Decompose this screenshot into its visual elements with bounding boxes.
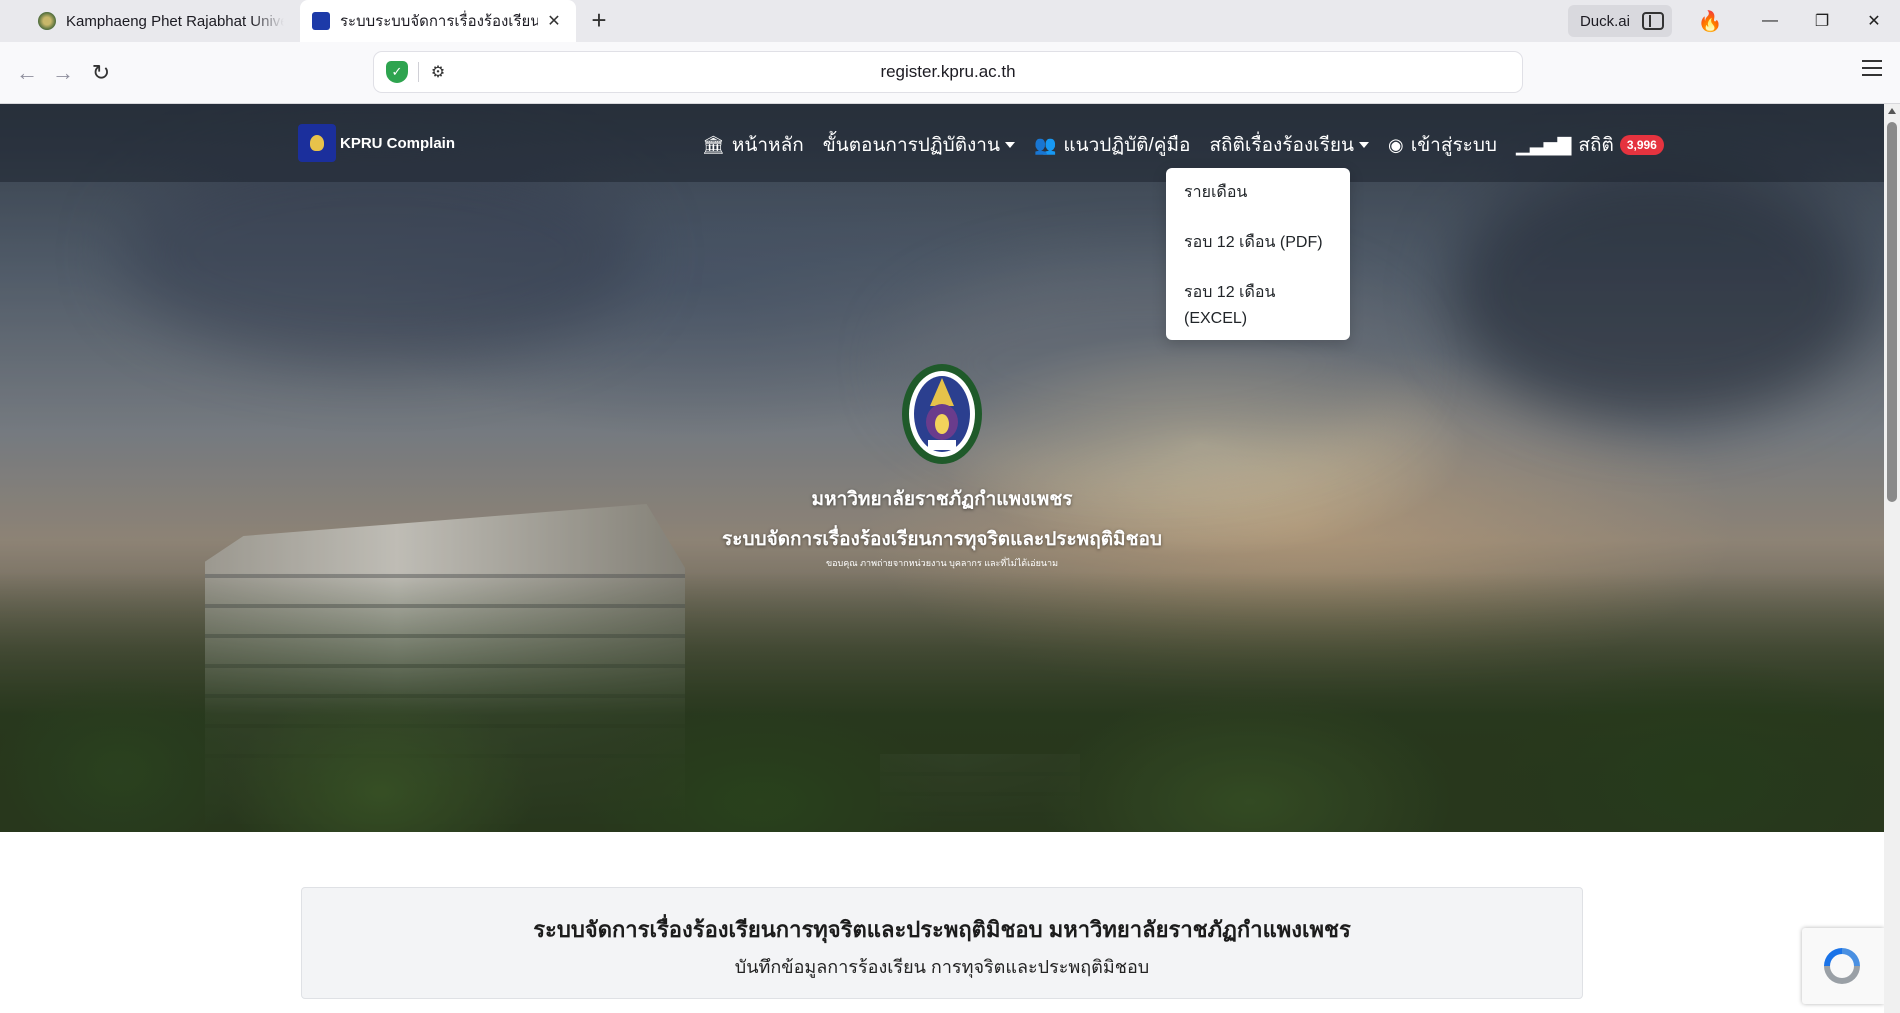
brand-link[interactable]: KPRU Complain (298, 124, 455, 162)
nav-login-label: เข้าสู่ระบบ (1410, 135, 1497, 156)
bank-icon: 🏛 (702, 134, 725, 155)
hamburger-menu-icon[interactable] (1862, 60, 1882, 76)
nav-stats[interactable]: ▁▃▅▇ สถิติ 3,996 (1516, 130, 1664, 160)
browser-tab-complain[interactable]: ระบบระบบจัดการเรื่องร้องเรียนการทุ ✕ (300, 0, 576, 42)
nav-stats-label: สถิติ (1578, 135, 1614, 156)
browser-toolbar: ← → ↻ ✓ ⚙ register.kpru.ac.th (0, 42, 1900, 104)
hero-banner: KPRU Complain 🏛 หน้าหลัก ขั้นตอนการปฏิบั… (0, 104, 1884, 832)
nav-stats-complaints-label: สถิติเรื่องร้องเรียน (1209, 135, 1354, 156)
nav-guide-label: แนวปฏิบัติ/คู่มือ (1063, 135, 1191, 156)
caret-down-icon (1004, 142, 1015, 148)
page-scrollbar[interactable] (1884, 104, 1900, 1013)
address-bar[interactable]: ✓ ⚙ register.kpru.ac.th (374, 52, 1522, 92)
recaptcha-icon (1824, 948, 1860, 984)
browser-tab-kpru[interactable]: Kamphaeng Phet Rajabhat Univers (26, 0, 296, 42)
site-menu: 🏛 หน้าหลัก ขั้นตอนการปฏิบัติงาน 👥 แนวปฏิ… (702, 128, 1683, 162)
brand-name: KPRU Complain (340, 134, 456, 152)
dropdown-item-12month-pdf[interactable]: รอบ 12 เดือน (PDF) (1166, 230, 1350, 280)
close-window-button[interactable]: ✕ (1848, 0, 1900, 42)
signal-bars-icon: ▁▃▅▇ (1515, 134, 1572, 155)
kpru-favicon-icon (38, 12, 56, 30)
nav-guide[interactable]: 👥 แนวปฏิบัติ/คู่มือ (1034, 130, 1190, 160)
restore-button[interactable]: ❐ (1796, 0, 1848, 42)
fire-icon[interactable]: 🔥 (1690, 9, 1730, 34)
site-navbar: KPRU Complain 🏛 หน้าหลัก ขั้นตอนการปฏิบั… (0, 104, 1884, 182)
university-seal-icon (902, 364, 982, 464)
browser-tab-strip: Kamphaeng Phet Rajabhat Univers ระบบระบบ… (0, 0, 1900, 42)
user-circle-icon: ◉ (1387, 134, 1404, 155)
minimize-button[interactable]: — (1744, 0, 1796, 42)
info-card: ระบบจัดการเรื่องร้องเรียนการทุจริตและประ… (301, 887, 1583, 999)
url-text[interactable]: register.kpru.ac.th (374, 52, 1522, 92)
info-subtitle: บันทึกข้อมูลการร้องเรียน การทุจริตและประ… (734, 957, 1150, 977)
reload-icon[interactable]: ↻ (86, 58, 116, 88)
nav-home[interactable]: 🏛 หน้าหลัก (702, 130, 804, 160)
nav-procedure-label: ขั้นตอนการปฏิบัติงาน (822, 135, 1000, 156)
kpru-logo-icon (298, 124, 336, 162)
hero-overlay (0, 104, 1884, 832)
users-icon: 👥 (1033, 134, 1057, 155)
duck-ai-button[interactable]: Duck.ai (1567, 5, 1672, 37)
window-controls: Duck.ai 🔥 — ❐ ✕ (1567, 0, 1900, 42)
nav-procedure[interactable]: ขั้นตอนการปฏิบัติงาน (823, 130, 1015, 160)
tab-title: Kamphaeng Phet Rajabhat Univers (66, 12, 284, 30)
info-title: ระบบจัดการเรื่องร้องเรียนการทุจริตและประ… (533, 917, 1351, 942)
page-viewport: KPRU Complain 🏛 หน้าหลัก ขั้นตอนการปฏิบั… (0, 104, 1884, 1013)
back-arrow-icon[interactable]: ← (12, 58, 42, 88)
new-tab-button[interactable]: + (584, 6, 614, 36)
sidebar-toggle-icon[interactable] (1642, 12, 1664, 30)
stats-complaints-dropdown: รายเดือน รอบ 12 เดือน (PDF) รอบ 12 เดือน… (1166, 168, 1350, 340)
dropdown-item-monthly[interactable]: รายเดือน (1166, 180, 1350, 230)
dropdown-item-12month-excel[interactable]: รอบ 12 เดือน (EXCEL) (1166, 280, 1350, 330)
forward-arrow-icon[interactable]: → (48, 58, 78, 88)
scroll-up-arrow-icon[interactable] (1888, 108, 1896, 114)
complain-favicon-icon (312, 12, 330, 30)
nav-home-label: หน้าหลัก (731, 135, 804, 156)
nav-stats-complaints[interactable]: สถิติเรื่องร้องเรียน (1209, 130, 1369, 160)
hero-photo-credit: ขอบคุณ ภาพถ่ายจากหน่วยงาน บุคลากร และที่… (825, 558, 1059, 568)
hero-university-name: มหาวิทยาลัยราชภัฏกำแพงเพชร (811, 489, 1073, 510)
caret-down-icon (1358, 142, 1369, 148)
duck-ai-label: Duck.ai (1579, 12, 1630, 30)
stats-count-badge: 3,996 (1619, 135, 1664, 155)
tab-title: ระบบระบบจัดการเรื่องร้องเรียนการทุ (340, 13, 538, 30)
nav-login[interactable]: ◉ เข้าสู่ระบบ (1388, 130, 1497, 160)
scrollbar-thumb[interactable] (1887, 122, 1897, 502)
close-tab-icon[interactable]: ✕ (544, 11, 564, 31)
recaptcha-badge[interactable] (1802, 928, 1884, 1004)
hero-system-name: ระบบจัดการเรื่องร้องเรียนการทุจริตและประ… (722, 529, 1162, 550)
